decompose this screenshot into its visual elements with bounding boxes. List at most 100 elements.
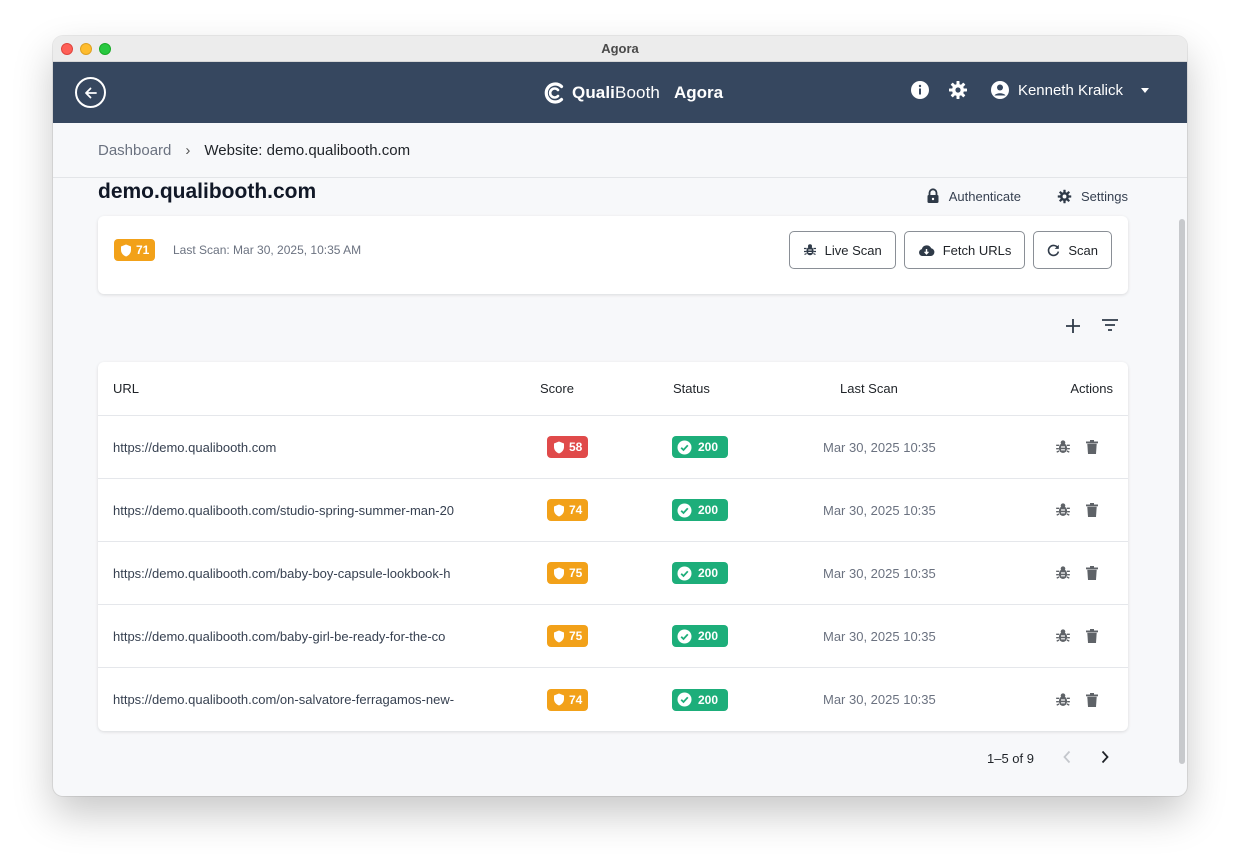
score-badge: 74 — [547, 688, 589, 711]
status-cell: 200 — [672, 416, 729, 478]
status-cell: 200 — [672, 668, 729, 731]
scrollbar[interactable] — [1177, 219, 1185, 764]
score-badge: 75 — [547, 625, 589, 647]
next-page-button[interactable] — [1100, 750, 1110, 767]
gear-icon — [1057, 189, 1072, 203]
bug-icon[interactable] — [1055, 502, 1071, 518]
column-header-status[interactable]: Status — [673, 362, 710, 415]
url-cell[interactable]: https://demo.qualibooth.com — [113, 416, 490, 478]
status-cell: 200 — [672, 542, 729, 604]
window-maximize-button[interactable] — [99, 43, 111, 55]
score-value: 75 — [569, 629, 583, 643]
trash-icon[interactable] — [1085, 502, 1099, 518]
score-cell: 74 — [547, 668, 589, 731]
score-value: 75 — [569, 566, 583, 580]
status-code: 200 — [698, 692, 719, 707]
breadcrumb-dashboard-link[interactable]: Dashboard — [98, 142, 171, 159]
window-minimize-button[interactable] — [80, 43, 92, 55]
table-toolbar — [1065, 318, 1119, 339]
column-header-score[interactable]: Score — [540, 362, 574, 415]
scan-buttons: Live Scan Fetch URLs Scan — [788, 231, 1112, 269]
fetch-urls-label: Fetch URLs — [942, 242, 1012, 258]
check-circle-icon — [677, 692, 692, 707]
status-badge: 200 — [672, 688, 729, 711]
status-cell: 200 — [672, 479, 729, 541]
page-title: demo.qualibooth.com — [98, 180, 317, 203]
table-row[interactable]: https://demo.qualibooth.com/baby-boy-cap… — [98, 542, 1128, 605]
url-cell[interactable]: https://demo.qualibooth.com/baby-girl-be… — [113, 605, 490, 667]
last-scan-cell: Mar 30, 2025 10:35 — [823, 692, 936, 707]
shield-icon — [121, 244, 131, 256]
actions-cell — [1055, 416, 1099, 478]
table-row[interactable]: https://demo.qualibooth.com/on-salvatore… — [98, 668, 1128, 731]
score-cell: 75 — [547, 605, 589, 667]
previous-page-button[interactable] — [1062, 750, 1072, 767]
qualibooth-logo-icon — [544, 82, 564, 104]
status-code: 200 — [698, 503, 719, 517]
bug-icon[interactable] — [1055, 565, 1071, 581]
trash-icon[interactable] — [1085, 439, 1099, 455]
scan-summary-card: 71 Last Scan: Mar 30, 2025, 10:35 AM Liv… — [98, 216, 1128, 294]
table-body: https://demo.qualibooth.com 58 200 Mar 30, … — [98, 416, 1128, 731]
status-badge: 200 — [672, 436, 729, 458]
shield-icon — [554, 693, 564, 706]
score-value: 74 — [569, 692, 583, 707]
url-cell[interactable]: https://demo.qualibooth.com/baby-boy-cap… — [113, 542, 490, 604]
table-row[interactable]: https://demo.qualibooth.com/studio-sprin… — [98, 479, 1128, 542]
column-header-url[interactable]: URL — [113, 362, 139, 415]
check-circle-icon — [677, 566, 692, 580]
arrow-left-icon — [84, 87, 97, 98]
status-badge: 200 — [672, 499, 729, 521]
trash-icon[interactable] — [1085, 628, 1099, 644]
table-row[interactable]: https://demo.qualibooth.com/baby-girl-be… — [98, 605, 1128, 668]
fetch-urls-button[interactable]: Fetch URLs — [903, 231, 1026, 269]
gear-icon[interactable] — [948, 80, 968, 100]
account-circle-icon — [990, 81, 1009, 99]
check-circle-icon — [677, 503, 692, 517]
window-titlebar: Agora — [53, 36, 1187, 62]
live-scan-button[interactable]: Live Scan — [788, 231, 896, 269]
refresh-icon — [1048, 244, 1060, 256]
status-code: 200 — [698, 440, 719, 454]
bug-icon[interactable] — [1055, 692, 1071, 708]
chevron-left-icon — [1063, 750, 1071, 764]
live-scan-label: Live Scan — [824, 242, 882, 258]
last-scan-text: Last Scan: Mar 30, 2025, 10:35 AM — [173, 243, 362, 257]
bug-icon[interactable] — [1055, 439, 1071, 455]
user-menu[interactable]: Kenneth Kralick — [990, 80, 1149, 100]
settings-button[interactable]: Settings — [1057, 188, 1128, 204]
plus-icon — [1066, 319, 1080, 333]
pagination-range: 1–5 of 9 — [987, 751, 1034, 766]
info-icon[interactable] — [910, 80, 930, 100]
status-code: 200 — [698, 629, 719, 643]
product-name: Agora — [673, 83, 724, 102]
scrollbar-thumb[interactable] — [1179, 219, 1185, 764]
shield-icon — [554, 504, 564, 516]
actions-cell — [1055, 605, 1099, 667]
site-score-badge: 71 — [114, 239, 156, 261]
last-scan-cell: Mar 30, 2025 10:35 — [823, 565, 936, 581]
back-button[interactable] — [75, 77, 106, 108]
table-row[interactable]: https://demo.qualibooth.com 58 200 Mar 30, … — [98, 416, 1128, 479]
authenticate-label: Authenticate — [948, 188, 1022, 204]
scan-button[interactable]: Scan — [1033, 231, 1112, 269]
filter-button[interactable] — [1101, 318, 1119, 339]
table-header: URL Score Status Last Scan Actions — [98, 362, 1128, 416]
trash-icon[interactable] — [1085, 565, 1099, 581]
window-close-button[interactable] — [61, 43, 73, 55]
status-code: 200 — [698, 566, 719, 580]
trash-icon[interactable] — [1085, 692, 1099, 708]
site-actions: Authenticate Settings — [926, 188, 1128, 204]
shield-icon — [554, 630, 564, 642]
column-header-last-scan[interactable]: Last Scan — [840, 362, 898, 415]
app-header: QualiBooth Agora Kenneth Kralick — [53, 62, 1187, 123]
authenticate-button[interactable]: Authenticate — [926, 188, 1021, 204]
brand-name: QualiBooth — [572, 83, 660, 103]
status-badge: 200 — [672, 625, 729, 647]
bug-icon[interactable] — [1055, 628, 1071, 644]
url-cell[interactable]: https://demo.qualibooth.com/studio-sprin… — [113, 479, 490, 541]
score-cell: 74 — [547, 479, 589, 541]
actions-cell — [1055, 479, 1099, 541]
url-cell[interactable]: https://demo.qualibooth.com/on-salvatore… — [113, 668, 490, 731]
add-url-button[interactable] — [1065, 318, 1081, 339]
